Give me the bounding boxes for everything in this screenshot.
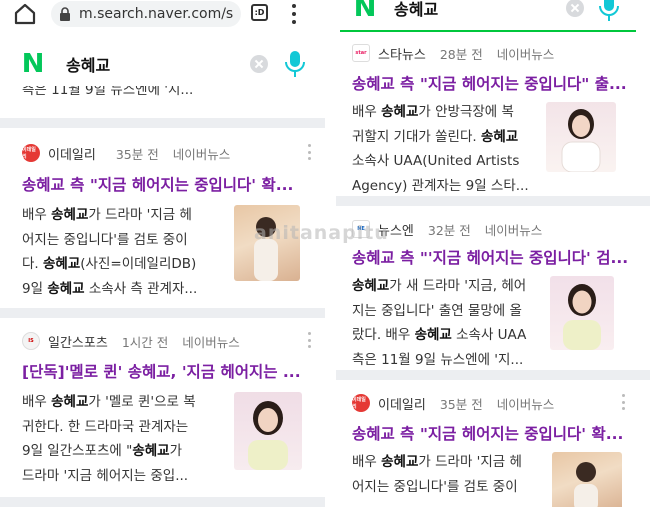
section-divider: [336, 196, 650, 206]
search-query[interactable]: 송혜교: [394, 0, 438, 20]
article-time: 1시간 전: [121, 334, 169, 350]
article-source-row: star 스타뉴스 28분 전 네이버뉴스: [352, 42, 636, 64]
snippet-line: 다. 송혜교(사진=이데일리DB): [22, 256, 197, 272]
snippet-line: 측은 11월 9일 뉴스엔에 '지...: [352, 351, 524, 367]
news-article-card[interactable]: IS 일간스포츠 1시간 전 네이버뉴스 [단독]'멜로 퀸' 송혜교, '지금…: [6, 318, 322, 507]
snippet-line: 귀한다. 한 드라마국 관계자는: [22, 418, 189, 435]
article-time: 28분 전: [439, 46, 483, 62]
article-source-row: 이데일리 이데일리 35분 전 네이버뉴스: [352, 392, 636, 414]
home-icon[interactable]: [13, 2, 37, 26]
article-title[interactable]: 송혜교 측 "지금 헤어지는 중입니다' 확...: [352, 422, 630, 444]
snippet-line: 지는 중입니다' 출연 물망에 올: [352, 302, 522, 319]
snippet-line: 소속사 UAA(United Artists: [352, 153, 520, 169]
lock-icon: [60, 7, 70, 21]
snippet-line: 9일 송혜교 소속사 측 관계자...: [22, 280, 198, 297]
star-news-logo-icon: star: [352, 44, 370, 62]
article-time: 35분 전: [115, 146, 159, 162]
search-query[interactable]: 송혜교: [66, 52, 110, 76]
snippet-line: 9일 일간스포츠에 "송혜교가: [22, 443, 183, 459]
snippet-line: 드라마 '지금 헤어지는 중입...: [22, 467, 189, 484]
snippet-line: 배우 송혜교가 드라마 '지금 헤: [352, 454, 522, 470]
article-source-row: IS 일간스포츠 1시간 전 네이버뉴스: [22, 330, 322, 352]
snippet-line: 송혜교가 새 드라마 '지금, 헤어: [352, 278, 527, 294]
snippet-line: 어지는 중입니다'를 검토 중이: [352, 478, 518, 495]
right-screenshot-panel: N 송혜교 star 스타뉴스 28분 전 네이버뉴스 송혜교 측 "지금 헤어…: [336, 0, 650, 507]
microphone-icon[interactable]: [598, 0, 620, 22]
article-thumbnail[interactable]: [546, 102, 616, 172]
news-article-card[interactable]: 이데일리 이데일리 35분 전 네이버뉴스 송혜교 측 "지금 헤어지는 중입니…: [6, 128, 322, 308]
article-thumbnail[interactable]: [550, 276, 614, 350]
browser-toolbar: m.search.naver.com/s: [0, 0, 325, 28]
article-thumbnail[interactable]: [234, 392, 302, 470]
edaily-logo-icon: 이데일리: [352, 394, 370, 412]
snippet-line: 귀할지 기대가 쏠린다. 송혜교: [352, 128, 519, 145]
person-photo-icon: [561, 109, 601, 172]
snippet-line: 배우 송혜교가 '멜로 퀸'으로 복: [22, 394, 196, 410]
tab-switcher-button[interactable]: :D: [251, 4, 268, 21]
article-title[interactable]: 송혜교 측 "지금 헤어지는 중입니다' 확...: [22, 173, 306, 195]
left-screenshot-panel: m.search.naver.com/s :D N 송혜교 측은 11월 9일 …: [0, 0, 325, 507]
article-category[interactable]: 네이버뉴스: [173, 144, 231, 163]
snippet-line: 배우 송혜교가 드라마 '지금 헤: [22, 207, 192, 223]
list-item[interactable]: 측은 11월 9일 뉴스엔에 '지...: [6, 86, 322, 108]
watermark-text: anitanapitu: [254, 222, 389, 244]
article-title[interactable]: 송혜교 측 "지금 헤어지는 중입니다" 출...: [352, 72, 630, 94]
news-article-card[interactable]: star 스타뉴스 28분 전 네이버뉴스 송혜교 측 "지금 헤어지는 중입니…: [336, 36, 636, 196]
naver-logo[interactable]: N: [349, 0, 381, 23]
section-divider: [0, 118, 325, 128]
edaily-logo-icon: 이데일리: [22, 144, 40, 162]
person-photo-icon: [574, 462, 598, 507]
article-title[interactable]: [단독]'멜로 퀸' 송혜교, '지금 헤어지는 ...: [22, 360, 306, 382]
naver-search-bar: N 송혜교: [340, 0, 636, 32]
ilgan-sports-logo-icon: IS: [22, 332, 40, 350]
url-text: m.search.naver.com/s: [79, 6, 234, 22]
news-article-card[interactable]: 이데일리 이데일리 35분 전 네이버뉴스 송혜교 측 "지금 헤어지는 중입니…: [336, 380, 636, 507]
more-options-icon[interactable]: [622, 394, 626, 410]
article-category[interactable]: 네이버뉴스: [485, 220, 543, 239]
source-name[interactable]: 이데일리: [378, 394, 426, 413]
article-title[interactable]: 송혜교 측 "'지금 헤어지는 중입니다' 검...: [352, 246, 630, 268]
section-divider: [336, 370, 650, 380]
article-category[interactable]: 네이버뉴스: [497, 44, 555, 63]
more-options-icon[interactable]: [308, 332, 312, 348]
panel-divider: [325, 0, 336, 507]
clear-icon[interactable]: [250, 55, 268, 73]
section-divider: [0, 497, 325, 507]
more-options-icon[interactable]: [308, 144, 312, 160]
naver-logo[interactable]: N: [17, 49, 49, 79]
address-bar[interactable]: m.search.naver.com/s: [51, 1, 241, 27]
person-photo-icon: [248, 401, 288, 470]
source-name[interactable]: 스타뉴스: [378, 44, 426, 63]
microphone-icon[interactable]: [284, 50, 306, 78]
browser-menu-icon[interactable]: [291, 4, 297, 24]
source-name[interactable]: 일간스포츠: [48, 332, 108, 351]
snippet-line: 어지는 중입니다'를 검토 중이: [22, 231, 188, 248]
person-photo-icon: [563, 284, 601, 350]
clear-icon[interactable]: [566, 0, 584, 17]
snippet-line: 배우 송혜교가 안방극장에 복: [352, 104, 514, 120]
article-category[interactable]: 네이버뉴스: [182, 332, 240, 351]
article-source-row: 이데일리 이데일리 35분 전 네이버뉴스: [22, 142, 322, 164]
article-time: 32분 전: [427, 222, 471, 238]
article-snippet-partial: 측은 11월 9일 뉴스엔에 '지...: [22, 86, 194, 98]
snippet-line: 랐다. 배우 송혜교 소속사 UAA: [352, 327, 527, 343]
article-thumbnail[interactable]: [552, 452, 622, 507]
article-category[interactable]: 네이버뉴스: [497, 394, 555, 413]
section-divider: [0, 308, 325, 318]
snippet-line: Agency) 관계자는 9일 스타...: [352, 177, 529, 194]
naver-search-bar: N 송혜교: [6, 42, 322, 88]
article-source-row: NE 뉴스엔 32분 전 네이버뉴스: [352, 218, 636, 240]
article-time: 35분 전: [439, 396, 483, 412]
source-name[interactable]: 이데일리: [48, 144, 96, 163]
